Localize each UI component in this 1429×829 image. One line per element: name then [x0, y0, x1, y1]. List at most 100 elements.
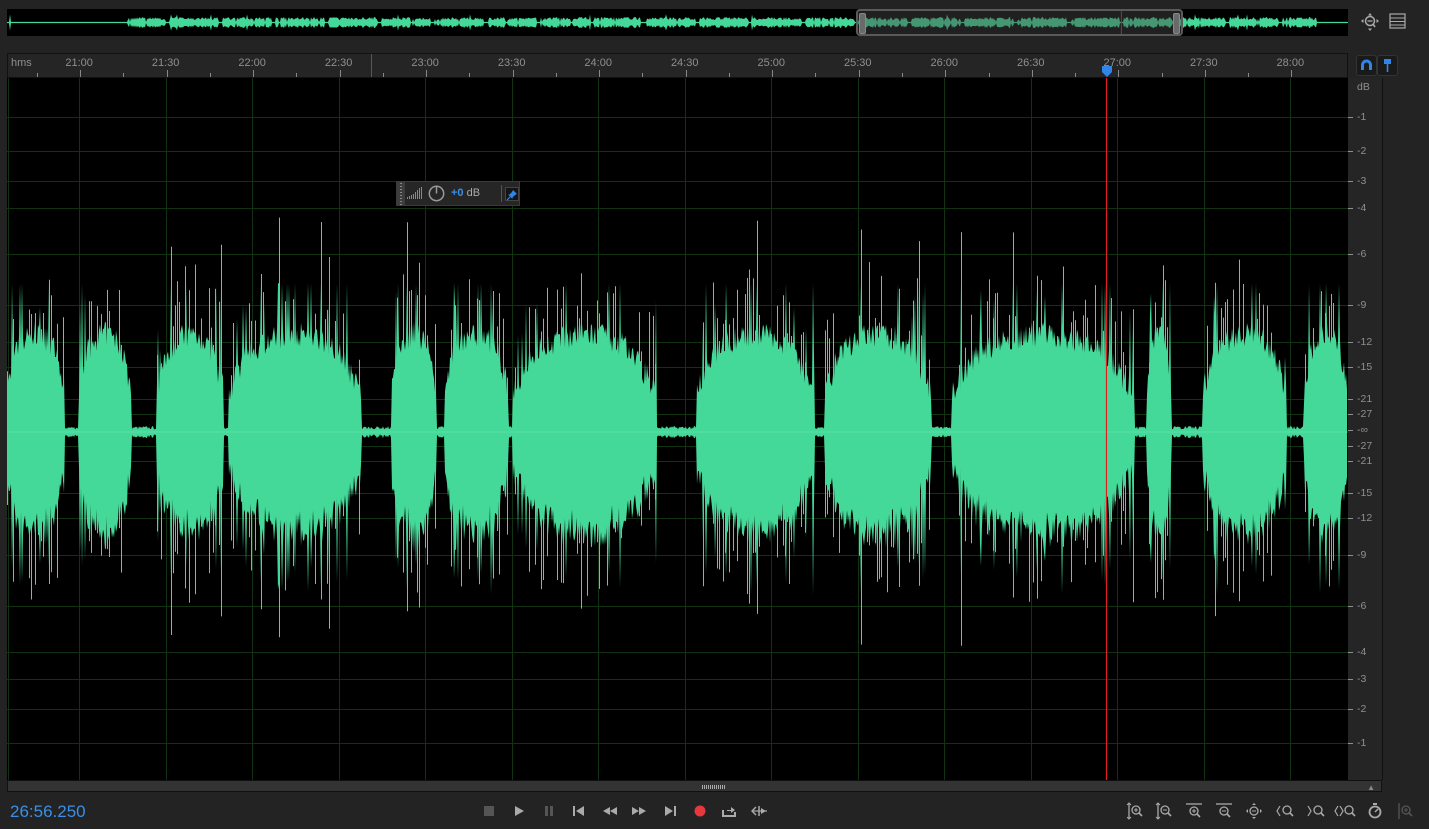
amplitude-ruler[interactable]: dB -1 -2 -3 -4 -6 -9 -12 -15 -21 -27 -∞ -27 -21 -15 -12… [1348, 78, 1383, 780]
go-to-start-button[interactable] [568, 801, 590, 821]
gain-hud[interactable]: +0 dB [396, 181, 520, 206]
zoom-out-full-button[interactable] [1243, 801, 1265, 821]
ruler-major-tick [80, 70, 82, 77]
zoom-spectral-icon [1398, 803, 1413, 819]
horizontal-scrollbar[interactable]: ▲ [7, 780, 1382, 792]
db-tick [1348, 367, 1353, 368]
panel-menu-icon[interactable] [1389, 13, 1407, 30]
record-icon [694, 805, 706, 817]
zoom-selection-icon [1334, 805, 1356, 817]
zoom-out-point-button[interactable] [1305, 801, 1327, 821]
ruler-minor-tick [1248, 73, 1250, 77]
db-tick [1348, 606, 1353, 607]
gain-value[interactable]: +0 dB [451, 187, 480, 199]
marker-button[interactable] [1377, 55, 1398, 76]
db-label: -9 [1357, 549, 1367, 561]
ruler-major-tick [253, 70, 255, 77]
zoom-out-time-icon [1216, 803, 1232, 818]
overview-navigator[interactable] [7, 9, 1348, 36]
play-button[interactable] [508, 801, 530, 821]
db-label: -21 [1357, 393, 1373, 405]
ruler-minor-tick [902, 73, 903, 77]
ruler-minor-tick [642, 73, 644, 77]
ruler-major-tick [1118, 70, 1120, 77]
timecode-display[interactable]: 26:56.250 [10, 802, 86, 822]
snap-toggle-button[interactable] [1356, 55, 1377, 76]
ruler-minor-tick [555, 73, 557, 77]
loop-playback-button[interactable] [718, 801, 740, 821]
ruler-tick-label: 28:00 [1276, 57, 1305, 69]
rewind-button[interactable] [599, 801, 621, 821]
pause-button[interactable] [538, 801, 560, 821]
db-tick [1348, 555, 1353, 556]
go-to-end-button[interactable] [659, 801, 681, 821]
fast-forward-button[interactable] [628, 801, 650, 821]
ruler-major-tick [1291, 70, 1293, 77]
zoom-spectral-button[interactable] [1394, 801, 1416, 821]
hud-pin-button[interactable] [505, 187, 519, 201]
zoom-playhead-button[interactable] [1364, 801, 1386, 821]
ruler-tick-label: 25:30 [843, 57, 872, 69]
play-icon [515, 806, 524, 816]
time-ruler[interactable]: hms 21:00 21:30 22:00 22:30 23:00 23:30 24:00 2… [7, 53, 1348, 78]
db-label: -27 [1357, 440, 1373, 452]
skip-selection-button[interactable] [749, 801, 771, 821]
db-tick [1348, 208, 1353, 209]
hud-drag-handle[interactable] [397, 182, 405, 205]
db-label: -2 [1357, 703, 1367, 715]
ruler-minor-tick [382, 73, 384, 77]
zoom-in-amplitude-button[interactable] [1124, 801, 1146, 821]
playhead-marker-icon[interactable] [1101, 66, 1113, 78]
ruler-minor-tick [123, 73, 125, 77]
zoom-in-time-button[interactable] [1183, 801, 1205, 821]
overview-range-left-handle[interactable] [858, 13, 866, 34]
zoom-in-point-button[interactable] [1274, 801, 1296, 821]
db-label: -3 [1357, 175, 1367, 187]
zoom-out-amplitude-icon [1155, 802, 1172, 820]
overview-range-right-handle[interactable] [1173, 13, 1181, 34]
db-tick [1348, 679, 1353, 680]
overview-visible-range[interactable] [855, 9, 1184, 36]
ruler-tick-label: 22:30 [324, 57, 353, 69]
ruler-minor-tick [469, 73, 471, 77]
zoom-navigator-icon[interactable] [1360, 12, 1380, 32]
gain-value-number[interactable]: +0 [451, 187, 464, 199]
record-button[interactable] [689, 801, 711, 821]
zoom-out-point-icon [1307, 805, 1325, 817]
zoom-out-amplitude-button[interactable] [1153, 801, 1175, 821]
db-label: -4 [1357, 646, 1367, 658]
gain-unit: dB [466, 187, 481, 199]
loop-start-marker[interactable] [371, 54, 373, 77]
waveform-body [7, 283, 1347, 596]
skip-forward-icon [665, 806, 676, 816]
skip-back-icon [573, 806, 584, 816]
waveform-display[interactable] [7, 78, 1348, 780]
ruler-major-tick [858, 70, 860, 77]
ruler-major-tick [772, 70, 774, 77]
ruler-minor-tick [1161, 73, 1163, 77]
ruler-tick-label: 26:00 [930, 57, 959, 69]
gain-knob[interactable] [428, 185, 445, 202]
db-tick [1348, 430, 1353, 431]
zoom-in-amplitude-icon [1126, 802, 1143, 820]
ruler-tick-label: 22:00 [238, 57, 266, 69]
ruler-minor-tick [209, 73, 211, 77]
ruler-minor-tick [36, 73, 38, 77]
zoom-in-time-icon [1186, 803, 1202, 818]
loop-icon [722, 807, 736, 817]
rewind-icon [603, 807, 617, 815]
db-tick [1348, 709, 1353, 710]
scroll-arrow-icon[interactable]: ▲ [1367, 783, 1375, 792]
ruler-major-tick [339, 70, 341, 77]
zoom-selection-button[interactable] [1334, 801, 1356, 821]
pin-icon [506, 190, 517, 201]
db-tick [1348, 399, 1353, 400]
db-label: -3 [1357, 673, 1367, 685]
db-tick [1348, 151, 1353, 152]
stop-button[interactable] [478, 801, 500, 821]
db-tick [1348, 342, 1353, 343]
ruler-tick-label: 21:00 [65, 57, 93, 69]
ruler-tick-label: 23:30 [497, 57, 526, 69]
zoom-out-time-button[interactable] [1213, 801, 1235, 821]
scrollbar-grip[interactable] [702, 785, 726, 789]
